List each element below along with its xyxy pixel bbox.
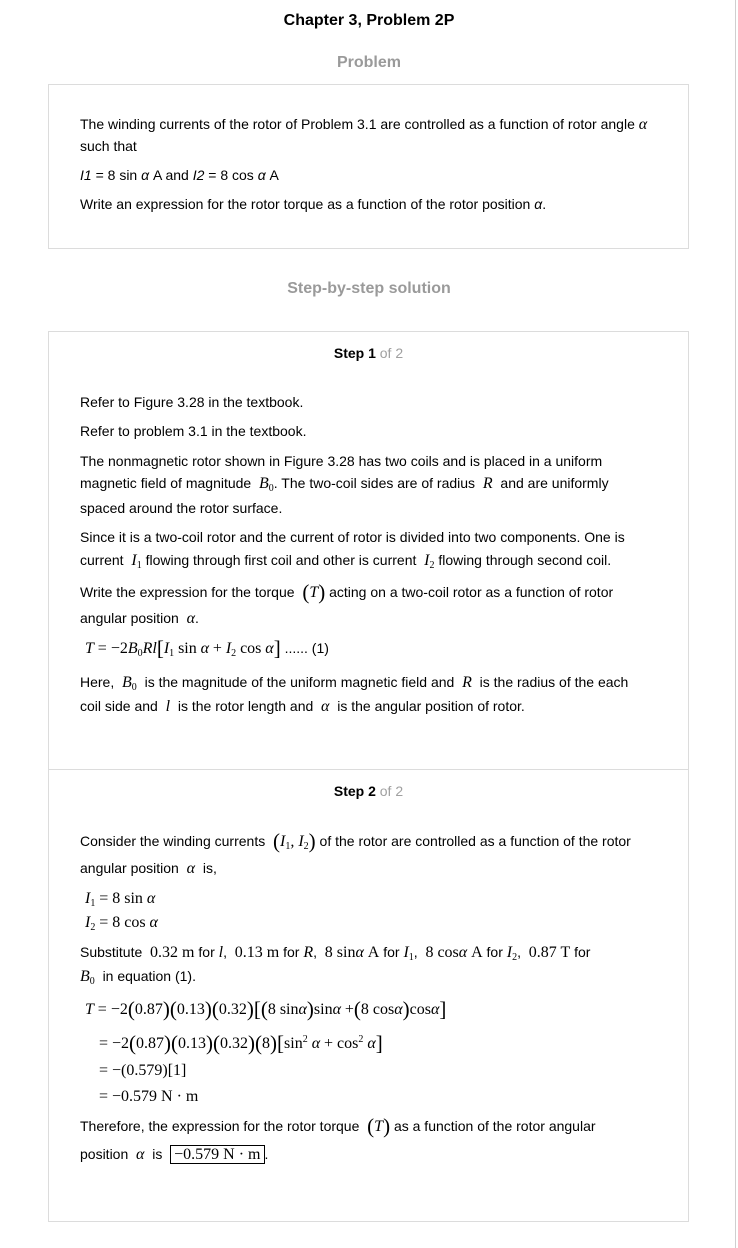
- step1-header: Step 1 of 2: [333, 345, 404, 361]
- problem-question: Write an expression for the rotor torque…: [80, 196, 547, 212]
- step2-substitute-line: Substitute 0.32 m for l, 0.13 m for R, 8…: [80, 944, 591, 963]
- step1-p6d: coil side and l is the rotor length and …: [80, 698, 525, 715]
- problem-text-line2: such that: [80, 138, 137, 154]
- step2-box: Step 2 of 2 Consider the winding current…: [48, 769, 689, 1222]
- step1-p3e: spaced around the rotor surface.: [80, 500, 283, 516]
- step1-p2: Refer to problem 3.1 in the textbook.: [80, 423, 307, 439]
- step2-conclusion-line1: Therefore, the expression for the rotor …: [80, 1114, 596, 1138]
- step2-calc-line1: T = −2(0.87)(0.13)(0.32)[(8 sinα)sinα +(…: [85, 997, 447, 1021]
- step1-p6a: Here, B0 is the magnitude of the uniform…: [80, 674, 629, 693]
- step2-calc-line4: = −0.579 N · m: [99, 1088, 199, 1105]
- step1-torque-equation: T = −2B0Rl[I1 sin α + I2 cos α] ...... (…: [85, 636, 329, 660]
- step1-p5a: Write the expression for the torque (T) …: [80, 580, 614, 604]
- problem-box: The winding currents of the rotor of Pro…: [48, 84, 689, 249]
- step2-p1c: angular position α is,: [80, 860, 217, 877]
- page-title: Chapter 3, Problem 2P: [283, 12, 455, 29]
- step2-p1a: Consider the winding currents (I1, I2) o…: [80, 829, 631, 853]
- step1-p5c: angular position α.: [80, 610, 199, 627]
- step2-header: Step 2 of 2: [333, 783, 404, 799]
- step1-p3b: magnetic field of magnitude B0. The two-…: [80, 475, 609, 494]
- problem-currents: I1 = 8 sin α A and I2 = 8 cos α A: [80, 167, 279, 183]
- step1-box: Step 1 of 2 Refer to Figure 3.28 in the …: [48, 331, 689, 771]
- step2-conclusion-line2: position α is −0.579 N · m.: [80, 1145, 269, 1164]
- step2-in-equation-line: B0 in equation (1).: [80, 968, 196, 987]
- step2-calc-line2: = −2(0.87)(0.13)(0.32)(8)[sin2 α + cos2 …: [99, 1031, 383, 1055]
- step1-p1: Refer to Figure 3.28 in the textbook.: [80, 394, 304, 410]
- step1-p3a: The nonmagnetic rotor shown in Figure 3.…: [80, 453, 603, 469]
- problem-heading: Problem: [336, 54, 401, 71]
- step1-p4b: current I1 flowing through first coil an…: [80, 552, 612, 571]
- step2-calc-line3: = −(0.579)[1]: [99, 1062, 187, 1079]
- step2-i2-equation: I2 = 8 cos α: [85, 914, 158, 933]
- page-right-border: [735, 0, 736, 1248]
- solution-heading: Step-by-step solution: [287, 280, 451, 297]
- problem-text-line1: The winding currents of the rotor of Pro…: [80, 116, 648, 133]
- final-answer-box: −0.579 N · m: [170, 1145, 265, 1164]
- step1-p4a: Since it is a two-coil rotor and the cur…: [80, 529, 625, 545]
